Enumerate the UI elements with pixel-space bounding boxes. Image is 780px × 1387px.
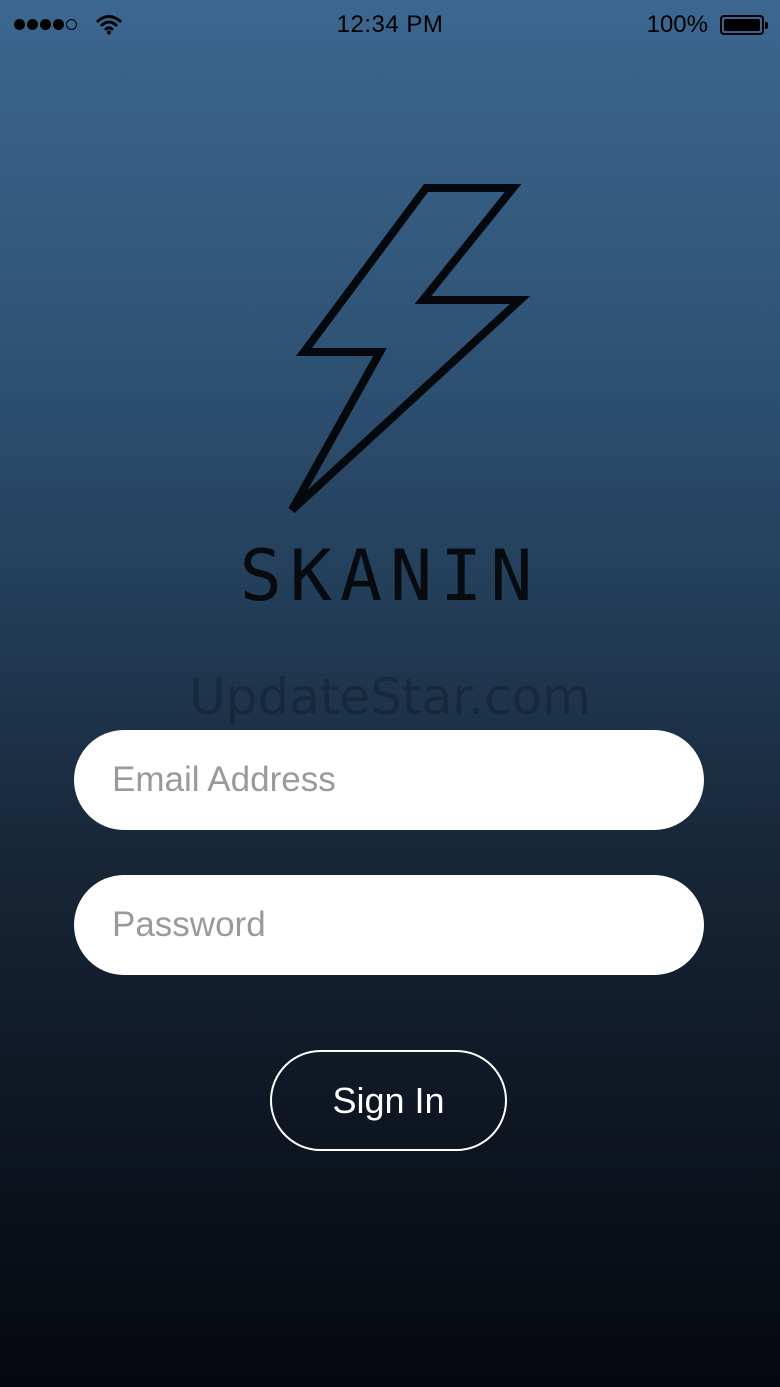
battery-percentage: 100% bbox=[646, 11, 708, 38]
battery-icon bbox=[720, 15, 768, 35]
sign-in-button[interactable]: Sign In bbox=[270, 1050, 507, 1151]
status-bar: 12:34 PM 100% bbox=[0, 0, 780, 52]
app-name-logo-text: SKANIN bbox=[239, 535, 541, 617]
watermark-text: UpdateStar.com bbox=[189, 668, 591, 726]
password-field[interactable] bbox=[74, 875, 704, 975]
lightning-bolt-icon bbox=[288, 184, 531, 513]
email-field[interactable] bbox=[74, 730, 704, 830]
